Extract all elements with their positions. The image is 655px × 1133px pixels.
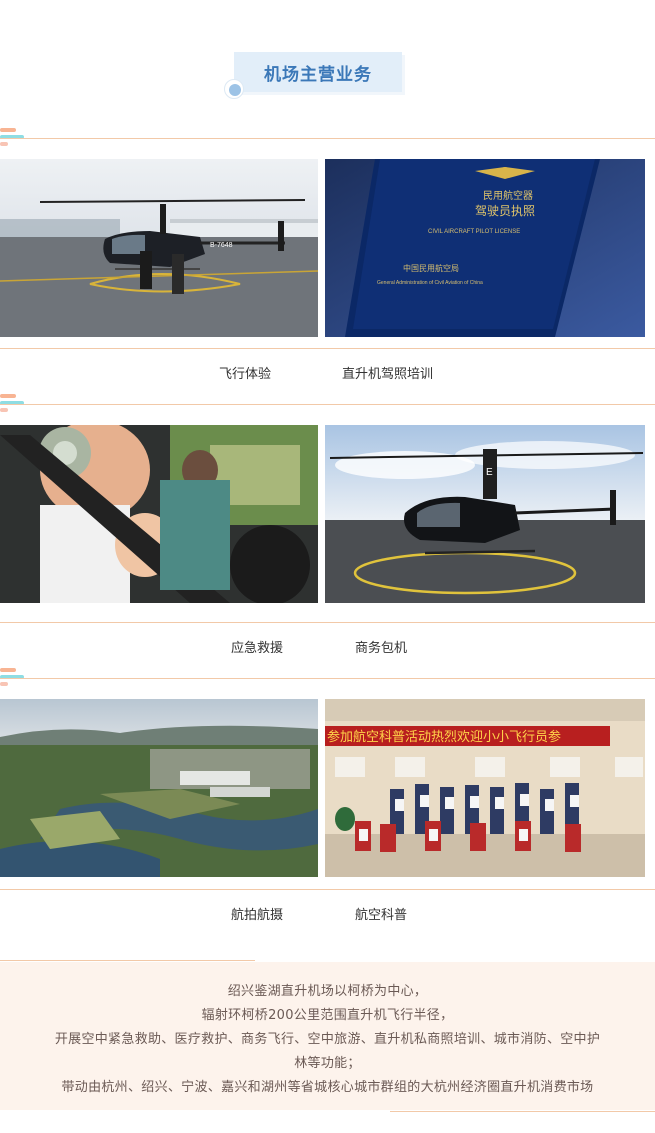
intro-bottom-line: [390, 1111, 655, 1112]
license-en: CIVIL AIRCRAFT PILOT LICENSE: [428, 229, 520, 235]
intro-line: 带动由杭州、绍兴、宁波、嘉兴和湖州等省城核心城市群组的大杭州经济圈直升机消费市场: [61, 1080, 594, 1095]
license-title-1: 民用航空器: [483, 189, 533, 202]
photo-emergency-rescue: [0, 425, 318, 603]
photo-business-charter: E: [325, 425, 645, 603]
intro-line: 辐射环柯桥200公里范围直升机飞行半径，: [201, 1008, 454, 1023]
banner-text: 参加航空科普活动热烈欢迎小小飞行员参: [327, 729, 561, 745]
divider-accent: [0, 408, 8, 412]
tail-letter: E: [486, 467, 493, 478]
service-label: 飞行体验: [219, 367, 272, 382]
service-label: 商务包机: [355, 641, 408, 656]
license-issuer: 中国民用航空局: [403, 263, 459, 273]
photo-aerial-photography: [0, 699, 318, 877]
divider-accent: [0, 394, 16, 398]
service-label: 直升机驾照培训: [342, 367, 434, 382]
divider-line: [0, 348, 655, 349]
license-title-2: 驾驶员执照: [475, 203, 535, 218]
photo-flight-experience: B-7648: [0, 159, 318, 337]
license-issuer-en: General Administration of Civil Aviation…: [377, 280, 483, 286]
tail-number: B-7648: [210, 242, 233, 249]
divider-line: [0, 622, 655, 623]
service-label: 应急救援: [231, 641, 284, 656]
photo-pilot-license: 民用航空器 驾驶员执照 CIVIL AIRCRAFT PILOT LICENSE…: [325, 159, 645, 337]
section-title: 机场主营业务: [234, 52, 402, 92]
intro-top-line: [0, 960, 255, 961]
divider-line: [0, 138, 655, 139]
title-dot-icon: [224, 79, 244, 99]
service-label: 航空科普: [355, 908, 408, 923]
header-underline: [240, 94, 400, 95]
intro-line: 林等功能；: [294, 1056, 361, 1071]
divider-accent: [0, 668, 16, 672]
service-label: 航拍航摄: [231, 908, 284, 923]
divider-accent: [0, 128, 16, 132]
intro-panel: 绍兴鉴湖直升机场以柯桥为中心， 辐射环柯桥200公里范围直升机飞行半径， 开展空…: [0, 962, 655, 1110]
divider-accent: [0, 682, 8, 686]
photo-aviation-science: 参加航空科普活动热烈欢迎小小飞行员参: [325, 699, 645, 877]
divider-line: [0, 678, 655, 679]
divider-line: [0, 404, 655, 405]
intro-line: 开展空中紧急救助、医疗救护、商务飞行、空中旅游、直升机私商照培训、城市消防、空中…: [54, 1032, 601, 1047]
intro-line: 绍兴鉴湖直升机场以柯桥为中心，: [227, 984, 428, 999]
divider-line: [0, 889, 655, 890]
divider-accent: [0, 142, 8, 146]
